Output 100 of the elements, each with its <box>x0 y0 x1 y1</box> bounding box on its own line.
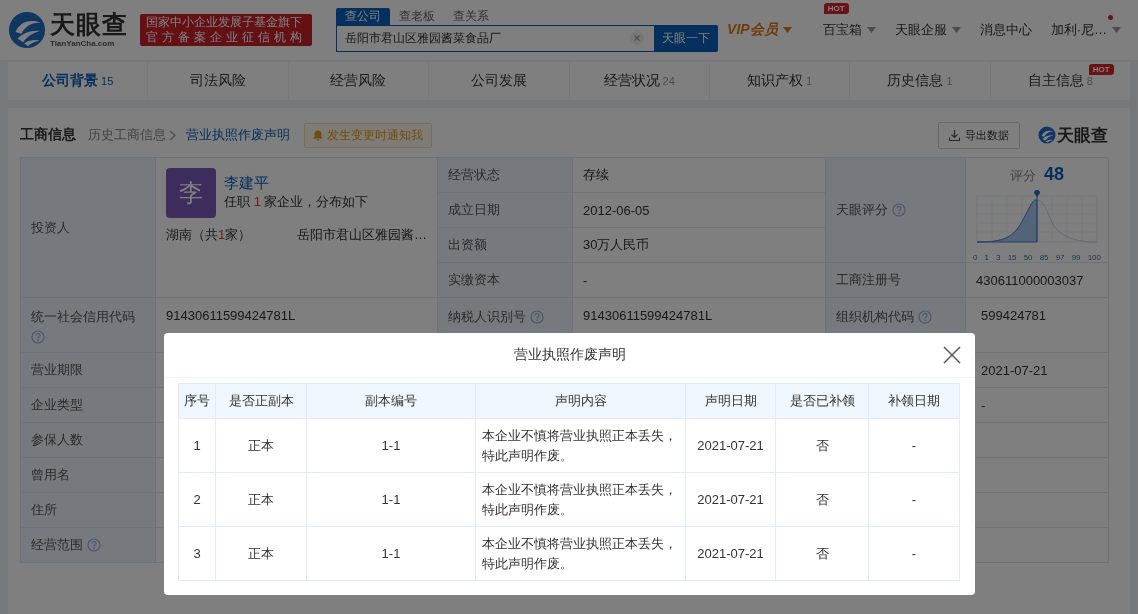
field-label: 投资人 <box>31 218 70 237</box>
table-cell: 1-1 <box>306 526 476 581</box>
section-tab[interactable]: 司法风险 <box>148 62 289 100</box>
table-cell: - <box>868 418 960 473</box>
logo-domain: TianYanCha.com <box>50 40 116 48</box>
section-title: 工商信息 <box>20 126 76 144</box>
column-header: 声明日期 <box>685 383 776 419</box>
nav-link[interactable]: HOT 百宝箱 <box>812 3 885 43</box>
dialog-title: 营业执照作废声明 <box>513 346 626 364</box>
table-cell: - <box>868 472 960 527</box>
field-label: 参保人数 <box>31 431 83 449</box>
table-cell: 本企业不慎将营业执照正本丢失，特此声明作废。 <box>475 418 686 473</box>
caret-icon <box>866 27 876 33</box>
avatar: 李 <box>166 168 216 218</box>
column-header: 序号 <box>178 383 216 419</box>
field-value: 30万人民币 <box>583 236 650 254</box>
table-cell: 2021-07-21 <box>685 472 776 527</box>
section-tab[interactable]: 公司背景 15 <box>8 62 149 100</box>
axis-tick-label: 85 <box>1039 253 1049 262</box>
hot-badge: HOT <box>1088 64 1114 75</box>
hot-badge: HOT <box>823 3 849 14</box>
search-tab[interactable]: 查老板 <box>390 8 444 25</box>
field-value: - <box>583 272 588 288</box>
user-menu[interactable]: 加利·尼… <box>1040 3 1130 43</box>
score-label: 评分 <box>1010 167 1036 185</box>
person-link[interactable]: 李建平 <box>224 174 369 193</box>
field-label: 组织机构代码 <box>836 308 914 326</box>
field-value: 2021-07-21 <box>981 362 1048 378</box>
summary-text: 任职 1 家企业，分布如下 <box>224 194 369 209</box>
table-cell: 本企业不慎将营业执照正本丢失，特此声明作废。 <box>475 526 686 581</box>
field-value: 存续 <box>583 166 609 184</box>
axis-tick-label: 1 <box>984 253 989 262</box>
field-value: 91430611599424781L <box>583 308 713 323</box>
field-label: 纳税人识别号 <box>448 308 526 326</box>
field-label: 营业期限 <box>31 361 83 379</box>
bell-icon <box>313 129 323 141</box>
breadcrumb-current: 营业执照作废声明 <box>186 126 290 144</box>
column-header: 副本编号 <box>306 383 476 419</box>
breadcrumb-link[interactable]: 历史工商信息 <box>88 126 176 144</box>
table-cell: 否 <box>775 526 869 581</box>
region-text: 湖南（共1家） <box>166 226 252 244</box>
field-label: 实缴资本 <box>448 271 500 289</box>
table-cell: 正本 <box>215 418 307 473</box>
nav-link[interactable]: 天眼企服 <box>884 3 970 43</box>
table-cell: 正本 <box>215 472 307 527</box>
field-value: - <box>981 397 986 413</box>
field-label: 经营状态 <box>448 166 500 184</box>
axis-tick-label: 99 <box>1071 253 1081 262</box>
axis-tick-label: 15 <box>1007 253 1017 262</box>
table-cell: 2 <box>178 472 216 527</box>
close-icon[interactable] <box>943 346 961 364</box>
export-button[interactable]: 导出数据 <box>938 121 1020 149</box>
column-header: 声明内容 <box>475 383 686 419</box>
chevron-icon <box>169 129 176 141</box>
table-cell: 1-1 <box>306 418 476 473</box>
caret-icon <box>951 27 961 33</box>
search-tab[interactable]: 查关系 <box>444 8 498 25</box>
column-header: 是否已补领 <box>775 383 869 419</box>
field-label: 企业类型 <box>31 396 83 414</box>
table-cell: 本企业不慎将营业执照正本丢失，特此声明作废。 <box>475 472 686 527</box>
nav-link[interactable]: 消息中心 <box>969 3 1041 43</box>
field-label: 经营范围 <box>31 536 83 554</box>
table-cell: - <box>868 526 960 581</box>
field-value: 2012-06-05 <box>583 202 650 218</box>
table-cell: 2021-07-21 <box>685 526 776 581</box>
section-tab[interactable]: 经营风险 <box>288 62 430 100</box>
caret-icon <box>1112 27 1121 33</box>
field-value: 91430611599424781L <box>166 308 296 323</box>
axis-tick-label: 97 <box>1055 253 1065 262</box>
axis-tick-label: 3 <box>996 253 1001 262</box>
company-link[interactable]: 岳阳市君山区雅园酱… <box>297 226 427 244</box>
search-button[interactable]: 天眼一下 <box>654 25 719 52</box>
table-cell: 3 <box>178 526 216 581</box>
caret-icon <box>782 27 792 33</box>
field-label: 天眼评分 <box>836 201 888 219</box>
logo-icon <box>8 11 46 49</box>
field-label: 住所 <box>31 501 57 519</box>
table-cell: 否 <box>775 472 869 527</box>
table-cell: 2021-07-21 <box>685 418 776 473</box>
axis-tick-label: 0 <box>973 253 978 262</box>
score-value: 48 <box>1044 164 1064 185</box>
section-tab[interactable]: 公司发展 <box>429 62 570 100</box>
logo-text: 天眼查 <box>50 12 128 37</box>
download-icon <box>949 129 960 141</box>
field-value: 599424781 <box>981 308 1047 323</box>
table-cell: 1-1 <box>306 472 476 527</box>
search-tab[interactable]: 查公司 <box>336 8 390 25</box>
column-header: 是否正副本 <box>215 383 307 419</box>
table-cell: 正本 <box>215 526 307 581</box>
column-header: 补领日期 <box>868 383 960 419</box>
search-field[interactable]: 岳阳市君山区雅园酱菜食品厂 <box>336 25 655 52</box>
field-label: 成立日期 <box>448 201 500 219</box>
logo-icon <box>1038 126 1056 144</box>
field-label: 曾用名 <box>31 466 70 484</box>
field-label: 工商注册号 <box>836 271 901 289</box>
brand-text: 天眼查 <box>1057 124 1108 147</box>
field-value: 430611000003037 <box>976 272 1084 288</box>
axis-tick-label: 100 <box>1087 253 1101 262</box>
table-cell: 否 <box>775 418 869 473</box>
slogan-text: 官方备案企业征信机构 <box>146 30 306 45</box>
